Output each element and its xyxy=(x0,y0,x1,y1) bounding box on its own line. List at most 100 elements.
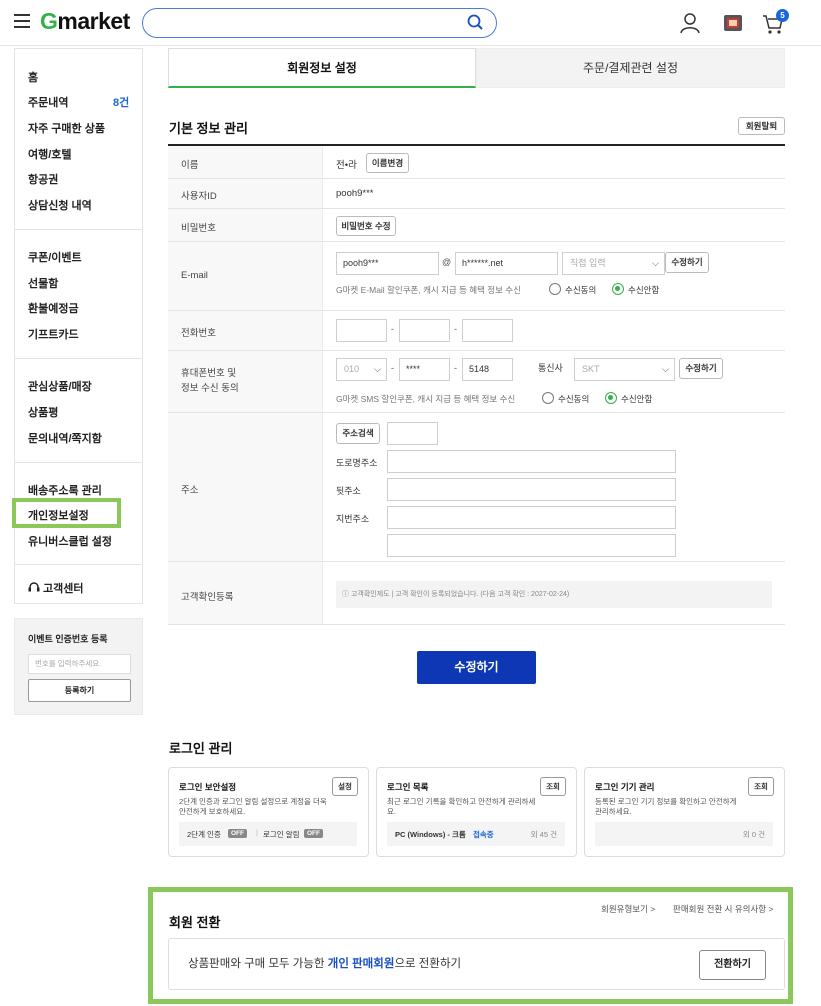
search-icon[interactable] xyxy=(467,14,484,31)
sidebar-item-travel[interactable]: 여행/호텔 xyxy=(28,146,72,162)
event-code-input[interactable]: 번호를 입력하주세요. xyxy=(28,654,131,674)
email-domain-select[interactable]: 직접 입력 ⌵ xyxy=(562,252,665,275)
mobile-last-input[interactable]: 5148 xyxy=(462,358,513,381)
row-label: 비밀번호 xyxy=(168,209,323,241)
convert-button[interactable]: 전환하기 xyxy=(699,950,766,980)
device-label: PC (Windows) - 크롬 xyxy=(395,830,466,839)
lot-address-label: 지번주소 xyxy=(336,514,370,524)
email-at-sign: @ xyxy=(442,257,452,267)
dash: - xyxy=(391,363,394,373)
sidebar-item-address-book[interactable]: 배송주소록 관리 xyxy=(28,482,102,498)
member-type-link[interactable]: 회원유형보기 > xyxy=(601,903,655,915)
security-settings-button[interactable]: 설정 xyxy=(332,777,358,796)
mobile-edit-button[interactable]: 수정하기 xyxy=(679,358,723,379)
chevron-down-icon: ⌵ xyxy=(374,364,381,374)
detail-address-label: 뒷주소 xyxy=(336,486,361,496)
change-password-button[interactable]: 비밀번호 수정 xyxy=(336,216,396,236)
lot-address-input[interactable] xyxy=(387,506,676,529)
phone-part1-input[interactable] xyxy=(336,319,387,342)
top-header: Gmarket 5 xyxy=(0,0,821,46)
settings-tabs: 회원정보 설정 주문/결제관련 설정 xyxy=(168,48,785,88)
sidebar-item-wishlist[interactable]: 관심상품/매장 xyxy=(28,378,92,394)
row-address: 주소 주소검색 도로명주소 뒷주소 지번주소 xyxy=(168,413,785,562)
row-verification: 고객확인등록 ⓘ 고객확인제도 | 고객 확인이 등록되었습니다. (다음 고객… xyxy=(168,562,785,625)
login-security-card: 로그인 보안설정 설정 2단계 인증과 로그인 알림 설정으로 계정을 더욱 안… xyxy=(168,767,369,857)
dash: - xyxy=(454,363,457,373)
carrier-label: 통신사 xyxy=(538,363,563,373)
tab-order-payment[interactable]: 주문/결제관련 설정 xyxy=(476,48,785,88)
mobile-middle-input[interactable]: **** xyxy=(399,358,450,381)
sidebar-item-coupon[interactable]: 쿠폰/이벤트 xyxy=(28,249,82,265)
orders-count: 8건 xyxy=(113,97,130,109)
card-description: 2단계 인증과 로그인 알림 설정으로 계정을 더욱 안전하게 보호하세요. xyxy=(179,797,327,816)
card-title: 로그인 기기 관리 xyxy=(595,782,655,792)
mobile-prefix-select[interactable]: 010 ⌵ xyxy=(336,358,387,381)
carrier-select[interactable]: SKT ⌵ xyxy=(574,358,675,381)
two-factor-status-badge: OFF xyxy=(228,829,247,838)
zipcode-input[interactable] xyxy=(387,422,438,445)
login-list-view-button[interactable]: 조회 xyxy=(540,777,566,796)
card-description: 등록된 로그인 기기 정보를 확인하고 안전하게 관리하세요. xyxy=(595,797,737,816)
row-label: 주소 xyxy=(168,413,323,561)
login-device-card: 로그인 기기 관리 조회 등록된 로그인 기기 정보를 확인하고 안전하게 관리… xyxy=(584,767,785,857)
row-label: 휴대폰번호 및 정보 수신 동의 xyxy=(168,351,323,412)
email-agree-radio[interactable] xyxy=(549,283,561,295)
recent-item-icon[interactable] xyxy=(723,13,743,33)
phone-part2-input[interactable] xyxy=(399,319,450,342)
withdraw-button[interactable]: 회원탈퇴 xyxy=(738,117,785,135)
mobile-disagree-radio[interactable] xyxy=(605,392,617,404)
email-disagree-radio[interactable] xyxy=(612,283,624,295)
road-address-input[interactable] xyxy=(387,450,676,473)
change-name-button[interactable]: 이름변경 xyxy=(366,153,409,173)
dash: - xyxy=(391,324,394,334)
chevron-down-icon: ⌵ xyxy=(662,364,669,374)
device-status-bar: 외 0 건 xyxy=(595,822,773,846)
tab-member-info[interactable]: 회원정보 설정 xyxy=(168,48,476,88)
sidebar-customer-center[interactable]: 고객센터 xyxy=(28,580,84,596)
sidebar-item-inquiry[interactable]: 문의내역/쪽지함 xyxy=(28,430,102,446)
sidebar-divider xyxy=(15,462,142,463)
sidebar-item-frequent[interactable]: 자주 구매한 상품 xyxy=(28,120,105,136)
sidebar-item-reviews[interactable]: 상품평 xyxy=(28,404,58,420)
submit-button[interactable]: 수정하기 xyxy=(417,651,536,684)
row-label: E-mail xyxy=(168,242,323,310)
login-alert-status-badge: OFF xyxy=(304,829,323,838)
row-label: 이름 xyxy=(168,146,323,178)
login-count: 외 45 건 xyxy=(530,830,557,839)
sidebar-item-gift[interactable]: 선물함 xyxy=(28,275,58,291)
email-local-input[interactable]: pooh9*** xyxy=(336,252,439,275)
menu-icon[interactable] xyxy=(14,14,30,28)
sidebar-item-universe-club[interactable]: 유니버스클럽 설정 xyxy=(28,533,112,549)
two-factor-label: 2단계 인증 xyxy=(187,830,221,839)
phone-part3-input[interactable] xyxy=(462,319,513,342)
email-domain-input[interactable]: h******.net xyxy=(455,252,558,275)
card-description: 최근 로그인 기록을 확인하고 안전하게 관리하세요. xyxy=(387,797,536,816)
sidebar-item-refund[interactable]: 환불예정금 xyxy=(28,300,79,316)
conversion-title: 회원 전환 xyxy=(169,915,221,930)
basic-info-title: 기본 정보 관리 xyxy=(169,121,248,136)
dash: - xyxy=(454,324,457,334)
gmarket-logo[interactable]: Gmarket xyxy=(40,8,130,35)
mobile-hint: G마켓 SMS 할인쿠폰, 캐시 지급 등 혜택 정보 수신 xyxy=(336,394,516,404)
sidebar-divider xyxy=(15,358,142,359)
highlight-box xyxy=(12,498,121,528)
event-code-box: 이벤트 인증번호 등록 번호를 입력하주세요. 등록하기 xyxy=(14,618,143,715)
email-agree-label: 수신동의 xyxy=(565,285,597,295)
sidebar-item-home[interactable]: 홈 xyxy=(28,69,38,85)
user-icon[interactable] xyxy=(680,12,700,34)
sidebar-item-flight[interactable]: 항공권 xyxy=(28,171,58,187)
mobile-agree-radio[interactable] xyxy=(542,392,554,404)
sidebar-item-orders[interactable]: 주문내역 8건 xyxy=(28,94,138,110)
lot-address-detail-input[interactable] xyxy=(387,534,676,557)
seller-member-highlight: 개인 판매회원 xyxy=(327,958,395,970)
seller-notice-link[interactable]: 판매회원 전환 시 유의사항 > xyxy=(673,903,773,915)
address-search-button[interactable]: 주소검색 xyxy=(336,423,380,444)
search-input[interactable] xyxy=(142,8,497,38)
email-edit-button[interactable]: 수정하기 xyxy=(665,252,709,273)
detail-address-input[interactable] xyxy=(387,478,676,501)
row-email: E-mail pooh9*** @ h******.net 직접 입력 ⌵ 수정하… xyxy=(168,242,785,311)
device-view-button[interactable]: 조회 xyxy=(748,777,774,796)
event-register-button[interactable]: 등록하기 xyxy=(28,679,131,702)
sidebar-item-giftcard[interactable]: 기프트카드 xyxy=(28,326,79,342)
sidebar-item-consult[interactable]: 상담신청 내역 xyxy=(28,197,92,213)
